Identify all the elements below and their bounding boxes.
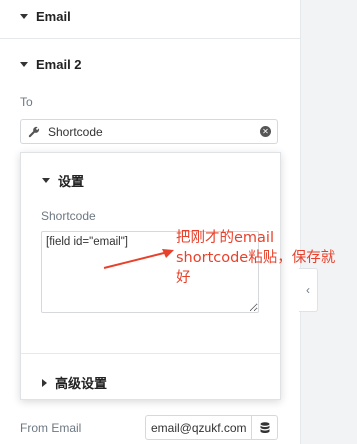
section-email-title: Email <box>36 9 71 24</box>
advanced-settings-title: 高级设置 <box>55 376 108 391</box>
advanced-settings-toggle[interactable]: 高级设置 <box>42 373 107 392</box>
to-label: To <box>20 95 33 109</box>
divider <box>21 353 280 354</box>
preview-gutter <box>300 0 357 444</box>
shortcode-label: Shortcode <box>41 209 96 223</box>
section-email2-toggle[interactable]: Email 2 <box>20 57 82 72</box>
from-email-label: From Email <box>20 421 82 435</box>
from-email-input[interactable] <box>146 417 256 438</box>
settings-panel: Email Email 2 To Shortcode ✕ 设置 Shortcod… <box>0 0 300 444</box>
annotation-arrow <box>103 249 174 269</box>
settings-title: 设置 <box>58 174 85 189</box>
annotation-note: 把刚才的email shortcode粘贴，保存就好 <box>176 230 336 286</box>
caret-right-icon <box>42 378 47 387</box>
divider <box>0 38 300 39</box>
from-email-field <box>145 415 278 440</box>
close-circle-icon[interactable]: ✕ <box>260 126 271 137</box>
dynamic-tags-button[interactable] <box>251 416 277 439</box>
database-icon <box>260 421 269 433</box>
settings-section-toggle[interactable]: 设置 <box>42 171 84 190</box>
caret-down-icon <box>42 178 50 183</box>
to-dynamic-field[interactable]: Shortcode ✕ <box>20 119 278 144</box>
caret-down-icon <box>20 62 28 67</box>
caret-down-icon <box>20 14 28 19</box>
section-email-toggle[interactable]: Email <box>20 9 71 24</box>
wrench-icon <box>28 126 40 137</box>
dynamic-tag-label: Shortcode <box>48 124 103 139</box>
section-email2-title: Email 2 <box>36 57 82 72</box>
